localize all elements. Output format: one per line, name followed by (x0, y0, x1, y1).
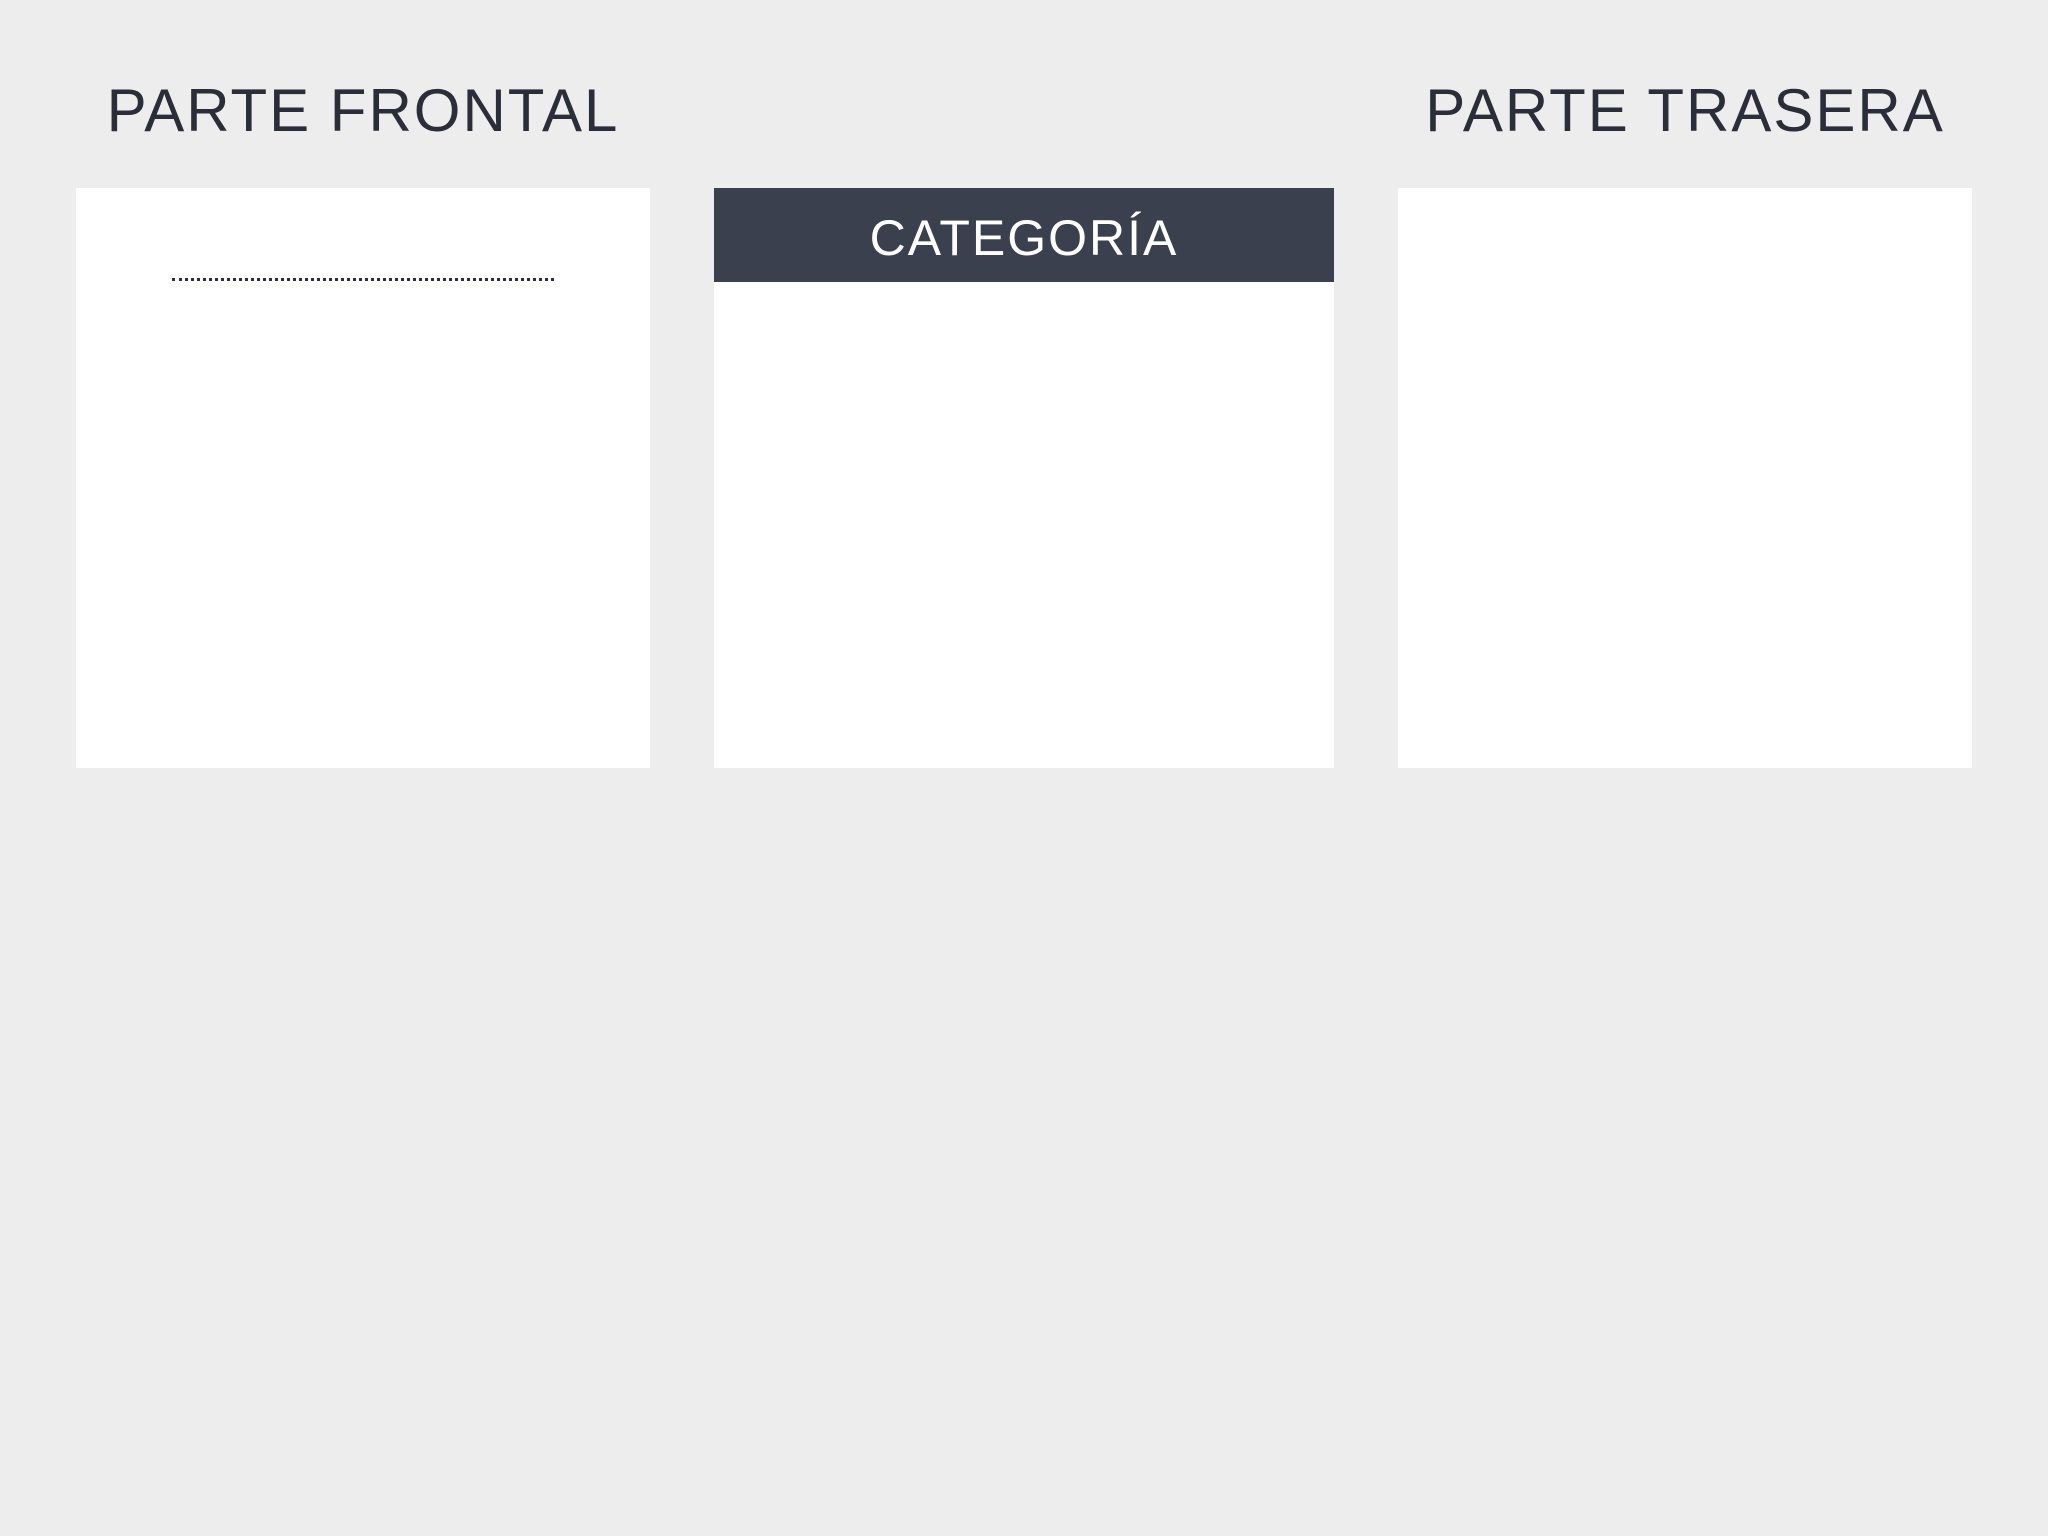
front-title-dotted-line (172, 278, 554, 281)
category-card[interactable]: CATEGORÍA (714, 188, 1334, 768)
category-header: CATEGORÍA (714, 188, 1334, 282)
front-side-heading: PARTE FRONTAL (106, 77, 620, 144)
front-card[interactable] (76, 188, 650, 768)
back-side-heading: PARTE TRASERA (1425, 77, 1945, 144)
back-card[interactable] (1398, 188, 1972, 768)
